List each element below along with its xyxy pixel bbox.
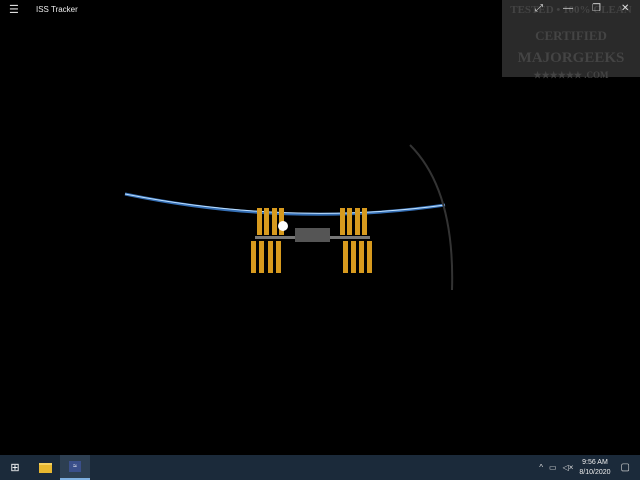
- clock-date: 8/10/2020: [579, 468, 611, 476]
- windows-icon: ⊞: [10, 462, 20, 474]
- system-tray: ^ ▭ ◁× 9:56 AM 8/10/2020 ▢: [539, 455, 640, 480]
- network-icon[interactable]: ▭: [549, 463, 557, 472]
- fullscreen-button[interactable]: ⤢: [535, 3, 543, 14]
- hamburger-menu-button[interactable]: ☰: [9, 4, 21, 16]
- clock[interactable]: 9:56 AM 8/10/2020: [579, 458, 610, 478]
- restore-button[interactable]: ❐: [592, 3, 601, 14]
- volume-muted-icon[interactable]: ◁×: [563, 463, 574, 472]
- folder-icon: [38, 462, 52, 473]
- window-title: ISS Tracker: [36, 5, 78, 14]
- minimize-button[interactable]: —: [563, 3, 573, 14]
- close-button[interactable]: ✕: [621, 3, 629, 14]
- app-window: ☰ ISS Tracker TESTED • 100% CLEAN CERTIF…: [0, 0, 640, 455]
- file-explorer-button[interactable]: [30, 455, 60, 480]
- clock-time: 9:56 AM: [582, 458, 608, 466]
- iss-app-icon: ≈: [69, 461, 81, 472]
- chevron-up-icon[interactable]: ^: [539, 463, 543, 472]
- start-button[interactable]: ⊞: [0, 455, 30, 480]
- notification-icon[interactable]: ▢: [621, 462, 630, 473]
- iss-tracker-taskbar-button[interactable]: ≈: [60, 455, 90, 480]
- taskbar: ⊞ ≈ ^ ▭ ◁× 9:56 AM 8/10/2020 ▢: [0, 455, 640, 480]
